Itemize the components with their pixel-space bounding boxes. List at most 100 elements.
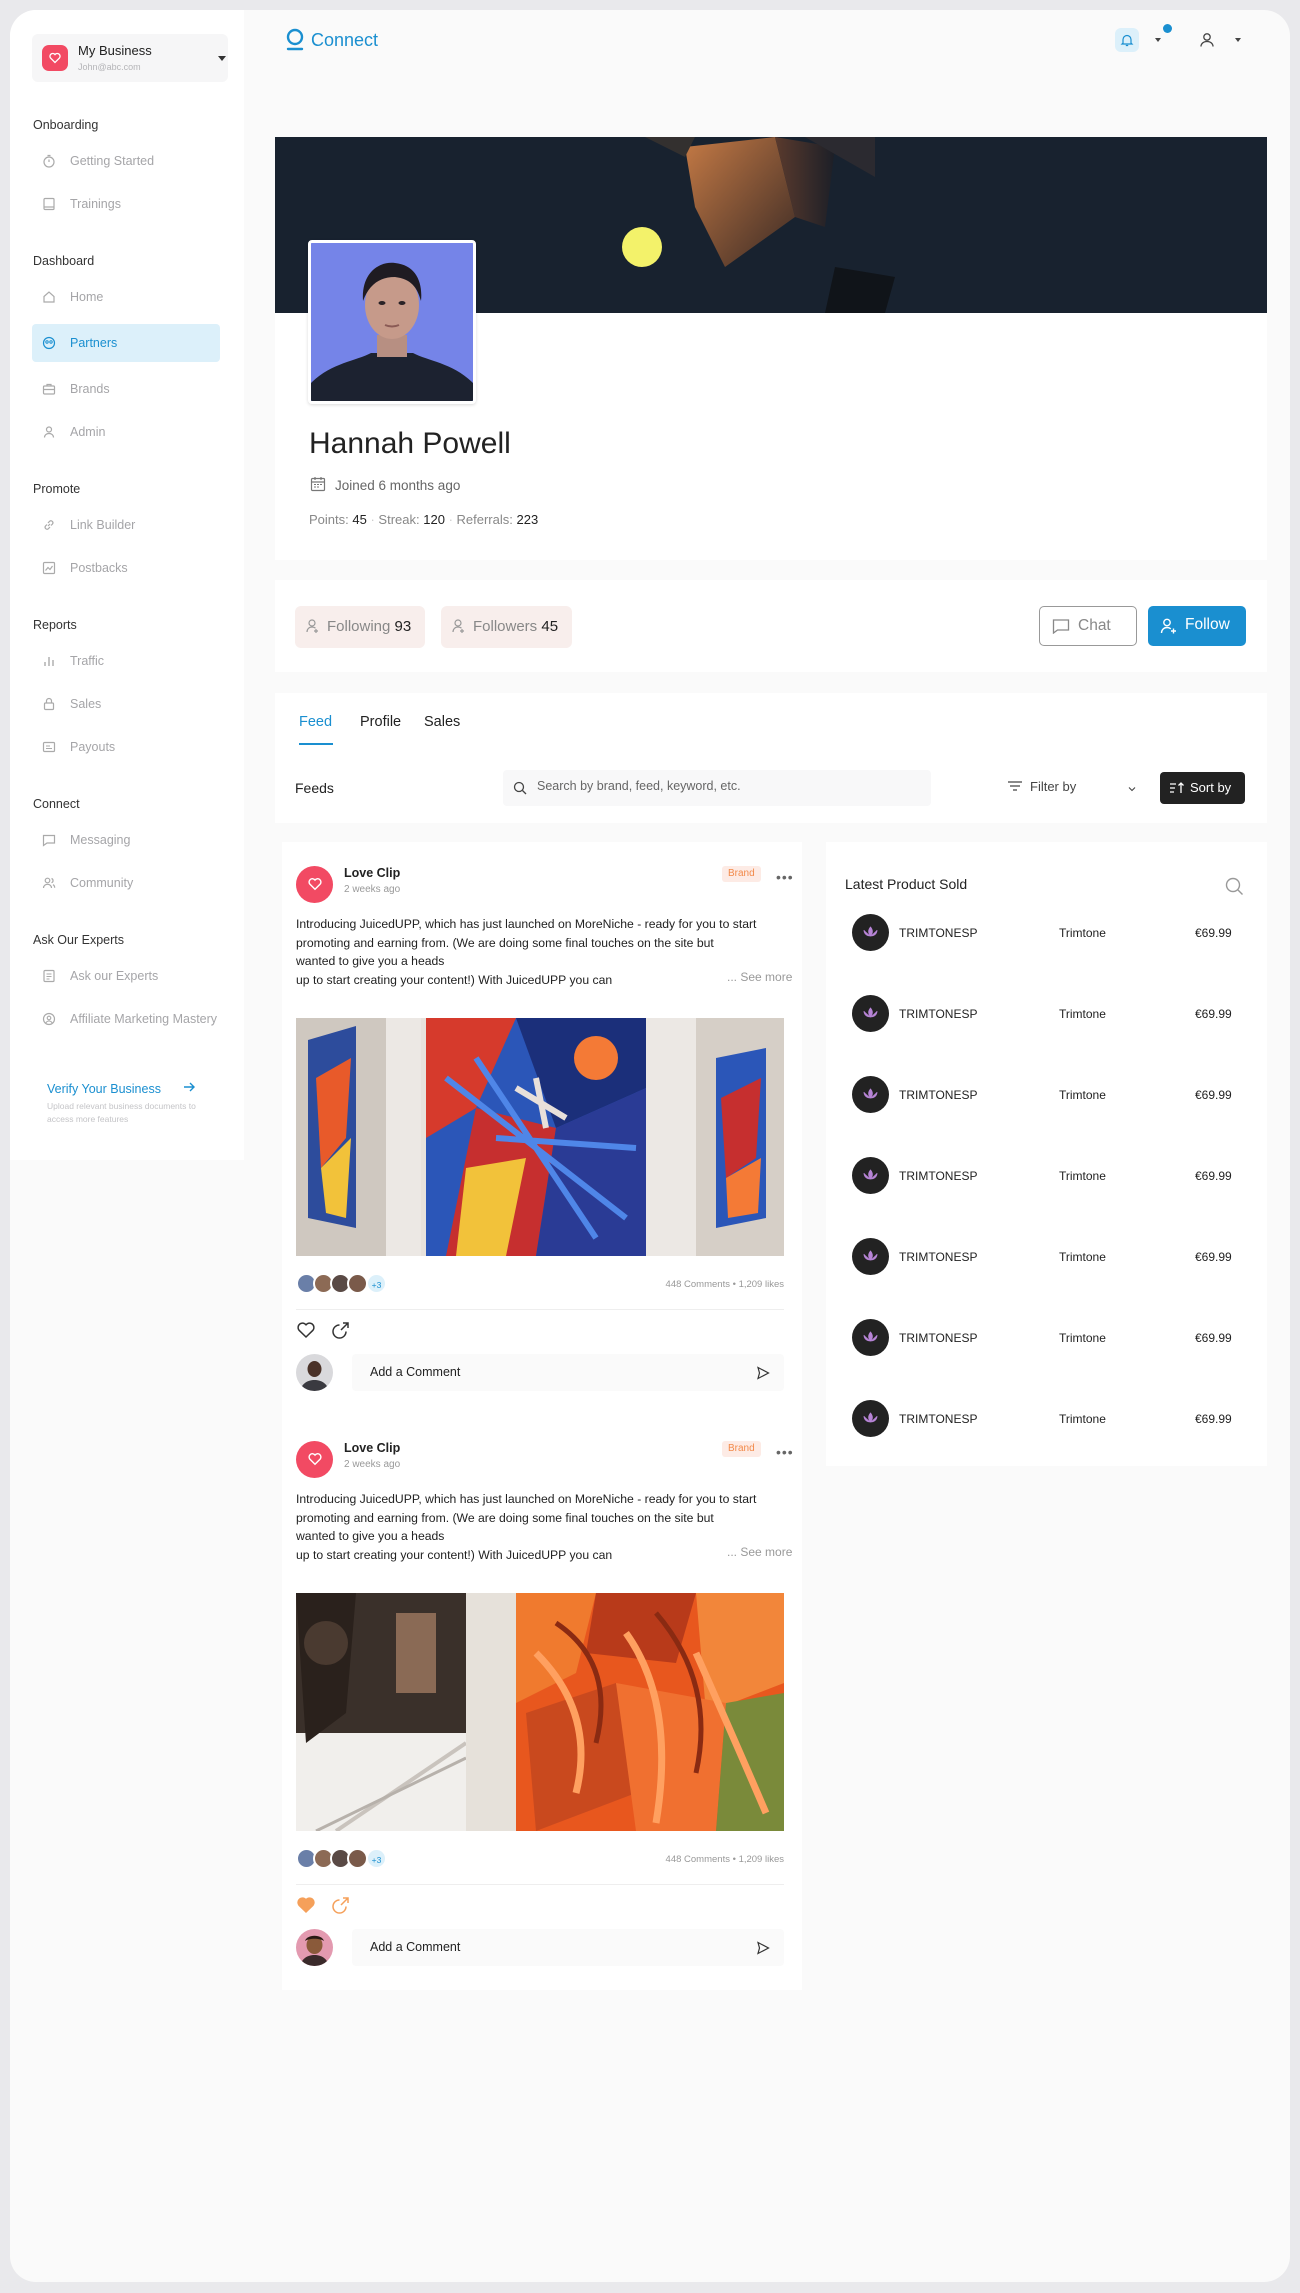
sidebar-item-payouts[interactable]: Payouts	[32, 728, 220, 766]
post-stats: 448 Comments • 1,209 likes	[665, 1279, 784, 1290]
avatar	[347, 1848, 368, 1869]
sidebar-item-ask-experts[interactable]: Ask our Experts	[32, 957, 220, 995]
streak-label: Streak:	[378, 512, 420, 527]
lotus-icon	[863, 1331, 878, 1342]
product-logo	[852, 1076, 889, 1113]
chat-button[interactable]: Chat	[1039, 606, 1137, 646]
connect-logo-icon	[286, 28, 304, 51]
product-brand: Trimtone	[1059, 1088, 1106, 1102]
chevron-down-icon[interactable]	[1155, 38, 1161, 42]
chevron-down-icon[interactable]	[1235, 38, 1241, 42]
sidebar-item-home[interactable]: Home	[32, 278, 220, 316]
search-icon[interactable]	[1224, 876, 1244, 896]
arrow-right-icon[interactable]	[182, 1080, 196, 1094]
sidebar-item-partners[interactable]: Partners	[32, 324, 220, 362]
business-switcher[interactable]: My Business John@abc.com	[32, 34, 228, 82]
post-author[interactable]: Love Clip	[344, 866, 400, 880]
product-row[interactable]: TRIMTONESP Trimtone €69.99	[826, 1226, 1267, 1286]
share-icon[interactable]	[331, 1320, 351, 1340]
post-text-line: promoting and earning from. (We are doin…	[296, 1510, 714, 1525]
chevron-down-icon[interactable]	[1128, 786, 1136, 792]
heart-filled-icon[interactable]	[296, 1895, 316, 1915]
lotus-icon	[863, 926, 878, 937]
sort-icon	[1170, 782, 1184, 793]
send-icon[interactable]	[756, 1366, 770, 1380]
sidebar-item-trainings[interactable]: Trainings	[32, 185, 220, 223]
author-avatar[interactable]	[296, 866, 333, 903]
home-icon	[43, 291, 55, 303]
feed-post: Love Clip 2 weeks ago Brand ••• Introduc…	[282, 1417, 802, 1990]
sidebar-item-messaging[interactable]: Messaging	[32, 821, 220, 859]
author-avatar[interactable]	[296, 1441, 333, 1478]
profile-joined: Joined 6 months ago	[335, 478, 461, 493]
profile-name: Hannah Powell	[309, 427, 511, 460]
product-row[interactable]: TRIMTONESP Trimtone €69.99	[826, 1064, 1267, 1124]
send-icon[interactable]	[756, 1941, 770, 1955]
sidebar-item-admin[interactable]: Admin	[32, 413, 220, 451]
more-options-icon[interactable]: •••	[776, 869, 794, 885]
referrals-label: Referrals:	[456, 512, 513, 527]
sidebar-item-getting-started[interactable]: Getting Started	[32, 142, 220, 180]
tab-profile[interactable]: Profile	[360, 714, 401, 730]
sidebar-item-link-builder[interactable]: Link Builder	[32, 506, 220, 544]
user-menu-icon[interactable]	[1195, 28, 1219, 52]
product-row[interactable]: TRIMTONESP Trimtone €69.99	[826, 1388, 1267, 1448]
sidebar-item-label: Link Builder	[70, 518, 136, 532]
sidebar-item-traffic[interactable]: Traffic	[32, 642, 220, 680]
product-row[interactable]: TRIMTONESP Trimtone €69.99	[826, 1145, 1267, 1205]
link-icon	[44, 520, 54, 530]
product-price: €69.99	[1195, 1250, 1232, 1264]
search-input[interactable]	[537, 779, 917, 793]
comment-placeholder: Add a Comment	[370, 1365, 461, 1379]
see-more-link[interactable]: ... See more	[727, 1545, 792, 1559]
tab-sales[interactable]: Sales	[424, 714, 460, 730]
post-image[interactable]	[296, 1593, 784, 1831]
book-icon	[43, 197, 55, 211]
sidebar-item-sales[interactable]: Sales	[32, 685, 220, 723]
sidebar-item-postbacks[interactable]: Postbacks	[32, 549, 220, 587]
verify-business-link[interactable]: Verify Your Business	[47, 1082, 161, 1096]
liked-by-avatars[interactable]: +3	[296, 1273, 396, 1295]
product-price: €69.99	[1195, 1331, 1232, 1345]
see-more-link[interactable]: ... See more	[727, 970, 792, 984]
comment-box[interactable]: Add a Comment	[352, 1354, 784, 1391]
search-icon	[513, 781, 527, 795]
sort-label: Sort by	[1190, 780, 1232, 795]
heart-icon[interactable]	[296, 1320, 316, 1340]
partners-icon	[42, 336, 56, 350]
business-logo	[42, 45, 68, 71]
product-row[interactable]: TRIMTONESP Trimtone €69.99	[826, 1307, 1267, 1367]
product-row[interactable]: TRIMTONESP Trimtone €69.99	[826, 983, 1267, 1043]
tab-feed[interactable]: Feed	[299, 714, 332, 730]
product-logo	[852, 1400, 889, 1437]
product-row[interactable]: TRIMTONESP Trimtone €69.99	[826, 902, 1267, 962]
filter-button[interactable]: Filter by	[1008, 779, 1076, 794]
product-name: TRIMTONESP	[899, 1169, 978, 1183]
sidebar-item-label: Ask our Experts	[70, 969, 159, 983]
followers-pill[interactable]: Followers 45	[441, 606, 572, 648]
chevron-down-icon	[218, 56, 226, 61]
follow-button[interactable]: Follow	[1148, 606, 1246, 646]
post-image[interactable]	[296, 1018, 784, 1256]
product-brand: Trimtone	[1059, 1331, 1106, 1345]
sidebar-item-community[interactable]: Community	[32, 864, 220, 902]
comment-box[interactable]: Add a Comment	[352, 1929, 784, 1966]
brand-logo[interactable]: Connect	[285, 28, 378, 52]
product-logo	[852, 1319, 889, 1356]
post-time: 2 weeks ago	[344, 1459, 401, 1470]
points-label: Points:	[309, 512, 349, 527]
sort-button[interactable]: Sort by	[1160, 772, 1245, 804]
business-name: My Business	[78, 43, 152, 58]
liked-by-avatars[interactable]: +3	[296, 1848, 396, 1870]
sidebar-item-brands[interactable]: Brands	[32, 370, 220, 408]
section-promote: Promote	[33, 482, 81, 496]
post-author[interactable]: Love Clip	[344, 1441, 400, 1455]
notifications-button[interactable]	[1115, 28, 1139, 52]
heart-logo-icon	[308, 1453, 322, 1466]
sidebar-item-affiliate-mastery[interactable]: Affiliate Marketing Mastery	[32, 1000, 220, 1038]
product-price: €69.99	[1195, 1412, 1232, 1426]
document-icon	[43, 969, 55, 983]
more-options-icon[interactable]: •••	[776, 1444, 794, 1460]
share-icon[interactable]	[331, 1895, 351, 1915]
following-pill[interactable]: Following 93	[295, 606, 425, 648]
